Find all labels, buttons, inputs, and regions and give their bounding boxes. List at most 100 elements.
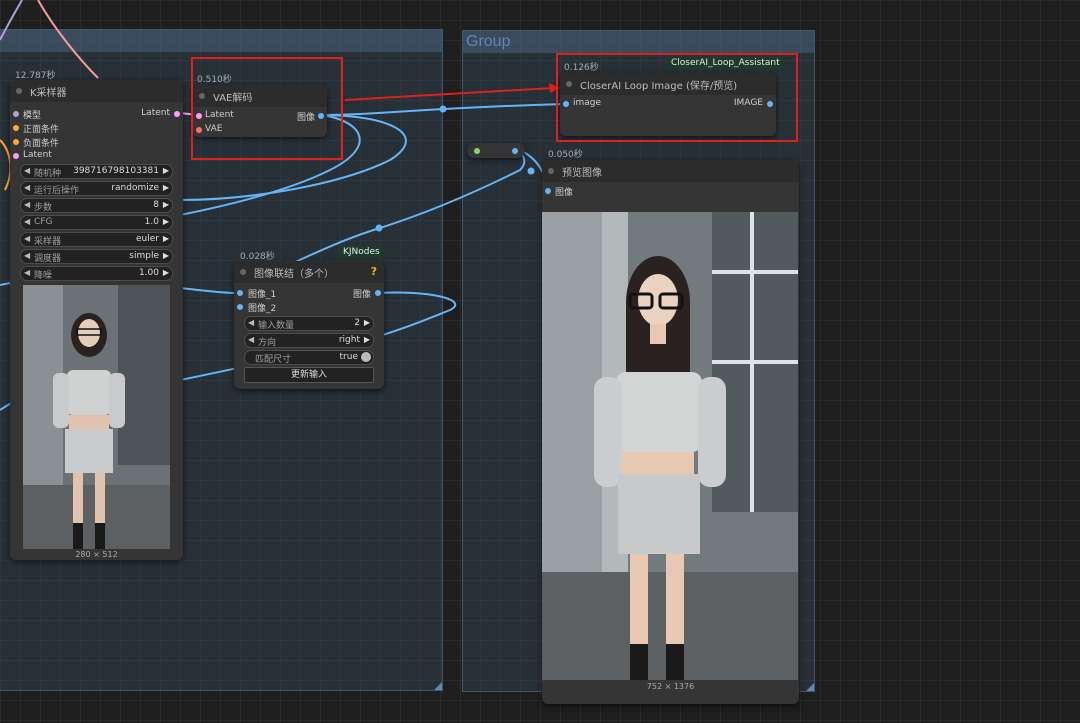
increment-arrow-icon[interactable]: ▶ — [364, 318, 370, 327]
collapse-dot-icon[interactable] — [240, 269, 246, 275]
concat-output-dot[interactable] — [375, 290, 381, 296]
woman-photo-icon — [23, 285, 170, 549]
sampler-label: 采样器 — [34, 237, 62, 247]
control-after-value: randomize — [111, 183, 159, 193]
preview-image-input-dot[interactable] — [545, 188, 551, 194]
increment-arrow-icon[interactable]: ▶ — [163, 183, 169, 192]
reroute-input-dot[interactable] — [474, 148, 480, 154]
model-input-dot[interactable] — [13, 111, 19, 117]
ksampler-node[interactable]: K采样器 模型 正面条件 负面条件 Latent Latent ◀ 随机种 39… — [10, 80, 183, 560]
positive-input-dot[interactable] — [13, 125, 19, 131]
sampler-widget[interactable]: ◀ 采样器 euler ▶ — [20, 232, 173, 247]
link-midpoint-1 — [439, 105, 447, 113]
increment-arrow-icon[interactable]: ▶ — [163, 166, 169, 175]
direction-widget[interactable]: ◀ 方向 right ▶ — [244, 333, 374, 348]
denoise-label: 降噪 — [34, 271, 53, 281]
decrement-arrow-icon[interactable]: ◀ — [24, 166, 30, 175]
cfg-value: 1.0 — [144, 217, 159, 227]
match-size-label: 匹配尺寸 — [255, 355, 292, 365]
preview-header[interactable]: 预览图像 — [542, 160, 799, 182]
input-positive-label: 正面条件 — [23, 125, 60, 135]
decrement-arrow-icon[interactable]: ◀ — [24, 234, 30, 243]
input-negative-label: 负面条件 — [23, 139, 60, 149]
increment-arrow-icon[interactable]: ▶ — [364, 335, 370, 344]
steps-widget[interactable]: ◀ 步数 8 ▶ — [20, 198, 173, 213]
steps-label: 步数 — [34, 203, 53, 213]
steps-value: 8 — [153, 200, 159, 210]
ksampler-header[interactable]: K采样器 — [10, 80, 183, 102]
toggle-knob-icon[interactable] — [361, 352, 371, 362]
concat-header[interactable]: 图像联结（多个） ? — [234, 261, 384, 283]
denoise-value: 1.00 — [138, 268, 159, 278]
ksampler-timing: 12.787秒 — [15, 71, 56, 81]
decrement-arrow-icon[interactable]: ◀ — [24, 200, 30, 209]
concat-input-image2: 图像_2 — [248, 304, 277, 314]
latent-output-dot[interactable] — [174, 111, 180, 117]
loop-highlight-box — [556, 53, 798, 142]
link-model — [0, 0, 23, 41]
input-count-value: 2 — [354, 318, 360, 328]
concat-title: 图像联结（多个） — [254, 269, 334, 280]
seed-value: 398716798103381 — [73, 166, 159, 176]
increment-arrow-icon[interactable]: ▶ — [163, 217, 169, 226]
control-after-widget[interactable]: ◀ 运行后操作 randomize ▶ — [20, 181, 173, 196]
preview-output-image — [542, 212, 798, 680]
concat-output-image: 图像 — [352, 290, 371, 300]
increment-arrow-icon[interactable]: ▶ — [163, 234, 169, 243]
scheduler-widget[interactable]: ◀ 调度器 simple ▶ — [20, 249, 173, 264]
link-cond-loop — [0, 139, 12, 191]
cfg-widget[interactable]: ◀ CFG 1.0 ▶ — [20, 215, 173, 230]
negative-input-dot[interactable] — [13, 139, 19, 145]
reroute-output-dot[interactable] — [512, 148, 518, 154]
scheduler-value: simple — [129, 251, 159, 261]
sampler-value: euler — [136, 234, 159, 244]
collapse-dot-icon[interactable] — [548, 168, 554, 174]
preview-timing: 0.050秒 — [548, 150, 583, 160]
ksampler-image-size: 280 × 512 — [75, 550, 118, 559]
vae-highlight-box — [191, 57, 343, 160]
collapse-dot-icon[interactable] — [16, 88, 22, 94]
seed-label: 随机种 — [34, 169, 62, 179]
concat-timing: 0.028秒 — [240, 252, 275, 262]
direction-label: 方向 — [258, 338, 277, 348]
preview-image-size: 752 × 1376 — [646, 682, 695, 691]
input-count-widget[interactable]: ◀ 输入数量 2 ▶ — [244, 316, 374, 331]
decrement-arrow-icon[interactable]: ◀ — [24, 251, 30, 260]
image-concat-node[interactable]: 图像联结（多个） ? 图像_1 图像_2 图像 ◀ 输入数量 2 ▶ ◀ 方向 … — [234, 261, 384, 389]
input-model-label: 模型 — [23, 111, 42, 121]
direction-value: right — [338, 335, 360, 345]
woman-photo-large-icon — [542, 212, 798, 680]
concat-input-image1: 图像_1 — [248, 290, 277, 300]
scheduler-label: 调度器 — [34, 254, 62, 264]
decrement-arrow-icon[interactable]: ◀ — [24, 183, 30, 192]
preview-input-image: 图像 — [555, 188, 574, 198]
link-upper-red — [37, 0, 99, 79]
input-count-label: 输入数量 — [258, 321, 295, 331]
preview-title: 预览图像 — [562, 168, 602, 179]
output-latent-label: Latent — [141, 108, 170, 118]
decrement-arrow-icon[interactable]: ◀ — [24, 268, 30, 277]
decrement-arrow-icon[interactable]: ◀ — [24, 217, 30, 226]
increment-arrow-icon[interactable]: ▶ — [163, 200, 169, 209]
match-size-value: true — [339, 352, 358, 362]
decrement-arrow-icon[interactable]: ◀ — [248, 335, 254, 344]
match-size-toggle[interactable]: 匹配尺寸 true — [244, 350, 374, 365]
help-icon[interactable]: ? — [371, 265, 377, 278]
decrement-arrow-icon[interactable]: ◀ — [248, 318, 254, 327]
denoise-widget[interactable]: ◀ 降噪 1.00 ▶ — [20, 266, 173, 281]
concat-image2-input-dot[interactable] — [237, 304, 243, 310]
concat-image1-input-dot[interactable] — [237, 290, 243, 296]
ksampler-title: K采样器 — [30, 88, 67, 99]
seed-widget[interactable]: ◀ 随机种 398716798103381 ▶ — [20, 164, 173, 179]
cfg-label: CFG — [34, 217, 53, 227]
preview-image-node[interactable]: 预览图像 图像 752 × 1376 — [542, 160, 799, 704]
increment-arrow-icon[interactable]: ▶ — [163, 268, 169, 277]
latent-input-dot[interactable] — [13, 153, 19, 159]
link-midpoint-3 — [527, 167, 535, 175]
update-inputs-button[interactable]: 更新输入 — [244, 367, 374, 383]
control-after-label: 运行后操作 — [34, 186, 80, 196]
ksampler-preview-image — [23, 285, 170, 549]
increment-arrow-icon[interactable]: ▶ — [163, 251, 169, 260]
link-midpoint-2 — [375, 224, 383, 232]
reroute-node[interactable] — [467, 143, 525, 158]
